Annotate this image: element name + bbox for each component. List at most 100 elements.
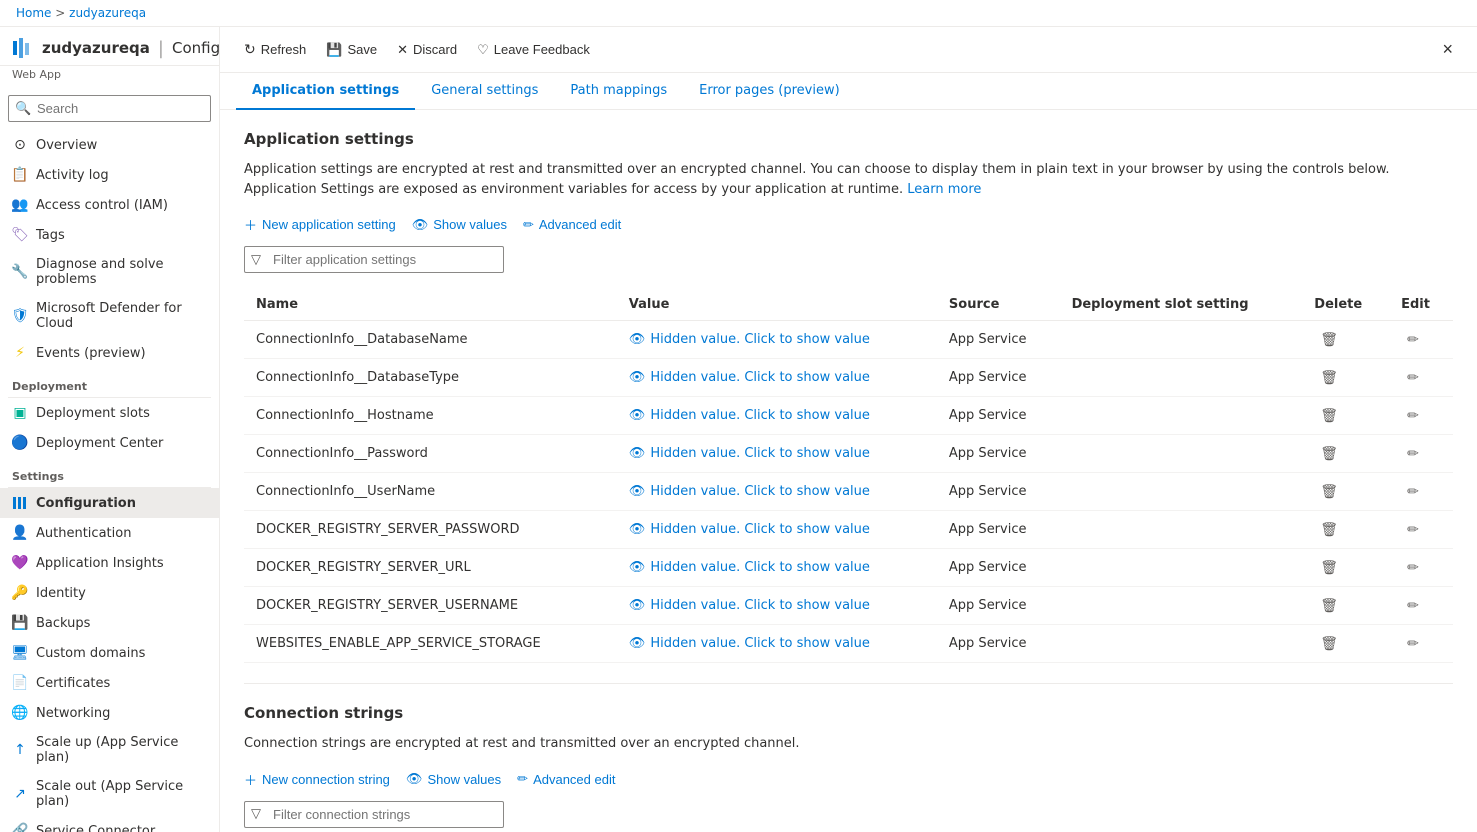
row-source: App Service [937,359,1060,397]
sidebar-item-defender[interactable]: 🛡 Microsoft Defender for Cloud [0,294,219,338]
tab-error-pages[interactable]: Error pages (preview) [683,73,856,110]
row-source: App Service [937,321,1060,359]
edit-row-button[interactable]: ✏ [1401,633,1425,654]
save-button[interactable]: 💾 Save [318,37,385,63]
table-row: ConnectionInfo__Password 👁 Hidden value.… [244,435,1453,473]
filter-app-settings-input[interactable] [244,246,504,273]
sidebar-item-deployment-center[interactable]: 🔵 Deployment Center [0,428,219,458]
advanced-edit-cs-button[interactable]: ✏ Advanced edit [517,771,615,787]
sidebar-item-identity[interactable]: 🔑 Identity [0,578,219,608]
hidden-value-link[interactable]: 👁 Hidden value. Click to show value [629,408,925,423]
edit-row-button[interactable]: ✏ [1401,367,1425,388]
app-settings-actions: ＋ New application setting 👁 Show values … [244,215,1453,234]
sidebar-item-service-connector[interactable]: 🔗 Service Connector [0,816,219,832]
row-edit-cell: ✏ [1389,625,1453,663]
sidebar-item-tags[interactable]: 🏷 Tags [0,220,219,250]
delete-row-button[interactable]: 🗑 [1314,329,1344,350]
discard-button[interactable]: ✕ Discard [389,37,465,63]
row-delete-cell: 🗑 [1302,435,1389,473]
row-value[interactable]: 👁 Hidden value. Click to show value [617,359,937,397]
show-values-label: Show values [433,217,507,232]
feedback-button[interactable]: ♡ Leave Feedback [469,37,598,63]
hidden-value-link[interactable]: 👁 Hidden value. Click to show value [629,522,925,537]
sidebar-item-scale-out[interactable]: ↗ Scale out (App Service plan) [0,772,219,816]
row-value[interactable]: 👁 Hidden value. Click to show value [617,549,937,587]
sidebar-item-events[interactable]: ⚡ Events (preview) [0,338,219,368]
edit-row-button[interactable]: ✏ [1401,595,1425,616]
show-values-button[interactable]: 👁 Show values [412,217,507,233]
sidebar-item-overview[interactable]: ⊙ Overview [0,130,219,160]
sidebar-item-diagnose[interactable]: 🔧 Diagnose and solve problems [0,250,219,294]
sidebar-item-label: Events (preview) [36,346,146,361]
learn-more-link[interactable]: Learn more [907,182,981,197]
row-name: DOCKER_REGISTRY_SERVER_PASSWORD [244,511,617,549]
delete-row-button[interactable]: 🗑 [1314,595,1344,616]
edit-row-button[interactable]: ✏ [1401,557,1425,578]
new-connection-string-button[interactable]: ＋ New connection string [244,770,390,789]
sidebar-item-authentication[interactable]: 👤 Authentication [0,518,219,548]
row-value[interactable]: 👁 Hidden value. Click to show value [617,473,937,511]
row-value[interactable]: 👁 Hidden value. Click to show value [617,625,937,663]
row-slot-setting [1060,625,1303,663]
iam-icon: 👥 [12,197,28,213]
delete-row-button[interactable]: 🗑 [1314,367,1344,388]
row-value[interactable]: 👁 Hidden value. Click to show value [617,511,937,549]
delete-row-button[interactable]: 🗑 [1314,519,1344,540]
delete-row-button[interactable]: 🗑 [1314,633,1344,654]
sidebar-item-custom-domains[interactable]: 🖥 Custom domains [0,638,219,668]
search-input[interactable] [8,95,211,122]
hidden-value-link[interactable]: 👁 Hidden value. Click to show value [629,560,925,575]
edit-row-button[interactable]: ✏ [1401,519,1425,540]
sidebar-item-label: Deployment Center [36,436,163,451]
sidebar-item-certificates[interactable]: 📄 Certificates [0,668,219,698]
defender-icon: 🛡 [12,308,28,324]
hidden-value-link[interactable]: 👁 Hidden value. Click to show value [629,636,925,651]
events-icon: ⚡ [12,345,28,361]
edit-row-button[interactable]: ✏ [1401,443,1425,464]
row-delete-cell: 🗑 [1302,321,1389,359]
delete-row-button[interactable]: 🗑 [1314,557,1344,578]
tab-path-mappings[interactable]: Path mappings [554,73,683,110]
show-values-cs-button[interactable]: 👁 Show values [406,771,501,787]
refresh-button[interactable]: ↻ Refresh [236,36,314,63]
toolbar: ↻ Refresh 💾 Save ✕ Discard ♡ Leave Feedb… [220,27,1477,73]
overview-icon: ⊙ [12,137,28,153]
new-app-setting-button[interactable]: ＋ New application setting [244,215,396,234]
sidebar-item-deployment-slots[interactable]: ▣ Deployment slots [0,398,219,428]
hidden-value-link[interactable]: 👁 Hidden value. Click to show value [629,484,925,499]
sidebar-item-activity-log[interactable]: 📋 Activity log [0,160,219,190]
table-row: ConnectionInfo__UserName 👁 Hidden value.… [244,473,1453,511]
sidebar-item-backups[interactable]: 💾 Backups [0,608,219,638]
sidebar-item-configuration[interactable]: Configuration [0,488,219,518]
delete-row-button[interactable]: 🗑 [1314,443,1344,464]
hidden-value-link[interactable]: 👁 Hidden value. Click to show value [629,446,925,461]
app-settings-section: Application settings Application setting… [244,130,1453,663]
hidden-value-link[interactable]: 👁 Hidden value. Click to show value [629,332,925,347]
edit-row-button[interactable]: ✏ [1401,329,1425,350]
tab-general-settings[interactable]: General settings [415,73,554,110]
col-edit: Edit [1389,289,1453,321]
filter-cs-input[interactable] [244,801,504,828]
edit-row-button[interactable]: ✏ [1401,481,1425,502]
row-value[interactable]: 👁 Hidden value. Click to show value [617,587,937,625]
sidebar-item-access-control[interactable]: 👥 Access control (IAM) [0,190,219,220]
delete-row-button[interactable]: 🗑 [1314,405,1344,426]
sidebar-item-scale-up[interactable]: ↑ Scale up (App Service plan) [0,728,219,772]
row-delete-cell: 🗑 [1302,473,1389,511]
delete-row-button[interactable]: 🗑 [1314,481,1344,502]
tab-app-settings[interactable]: Application settings [236,73,415,110]
row-value[interactable]: 👁 Hidden value. Click to show value [617,397,937,435]
edit-row-button[interactable]: ✏ [1401,405,1425,426]
breadcrumb-resource[interactable]: zudyazureqa [69,6,146,20]
eye-icon-row: 👁 [629,332,646,347]
row-value[interactable]: 👁 Hidden value. Click to show value [617,435,937,473]
sidebar-item-networking[interactable]: 🌐 Networking [0,698,219,728]
advanced-edit-button[interactable]: ✏ Advanced edit [523,217,621,233]
col-name: Name [244,289,617,321]
hidden-value-link[interactable]: 👁 Hidden value. Click to show value [629,598,925,613]
row-value[interactable]: 👁 Hidden value. Click to show value [617,321,937,359]
breadcrumb-home[interactable]: Home [16,6,51,20]
sidebar-item-app-insights[interactable]: 💜 Application Insights [0,548,219,578]
hidden-value-link[interactable]: 👁 Hidden value. Click to show value [629,370,925,385]
close-button[interactable]: × [1434,35,1461,64]
